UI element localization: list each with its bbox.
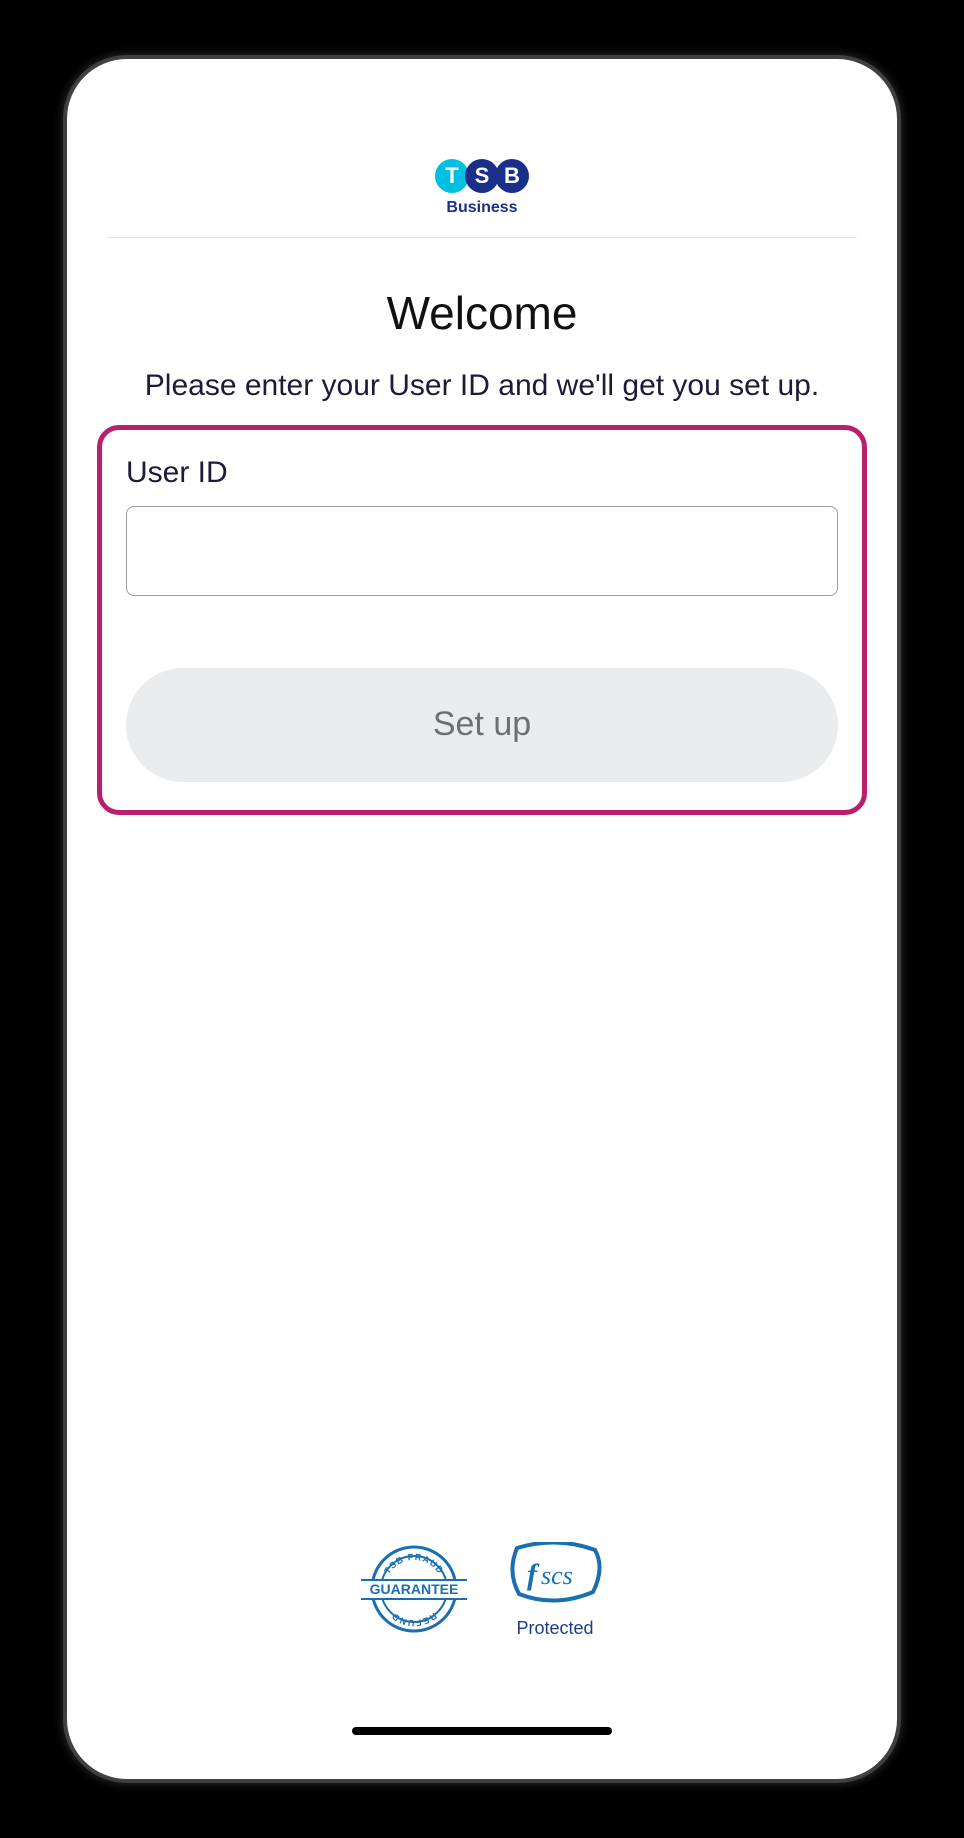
setup-form-highlight: User ID Set up [97,425,867,815]
page-title: Welcome [97,286,867,340]
brand-header: T S B Business [107,159,857,238]
fraud-guarantee-badge-icon: TSB FRAUD REFUND GUARANTEE [359,1542,469,1637]
logo-letter-s: S [465,159,499,193]
footer-badges: TSB FRAUD REFUND GUARANTEE f scs [97,1542,867,1779]
fscs-caption: Protected [516,1618,593,1639]
fscs-logo-icon: f scs [505,1542,605,1604]
page-subtitle: Please enter your User ID and we'll get … [97,366,867,407]
setup-button[interactable]: Set up [126,668,838,782]
brand-subline: Business [446,199,517,217]
logo-letter-b: B [495,159,529,193]
svg-text:GUARANTEE: GUARANTEE [370,1581,459,1597]
screen-content: T S B Business Welcome Please enter your… [67,59,897,1779]
tsb-logo-icon: T S B [435,159,529,193]
fscs-badge: f scs Protected [505,1542,605,1639]
user-id-label: User ID [126,456,838,490]
svg-text:scs: scs [541,1561,573,1590]
home-indicator[interactable] [352,1727,612,1735]
phone-frame: T S B Business Welcome Please enter your… [67,59,897,1779]
svg-text:TSB FRAUD: TSB FRAUD [382,1552,446,1576]
logo-letter-t: T [435,159,469,193]
user-id-input[interactable] [126,506,838,596]
svg-text:REFUND: REFUND [389,1611,438,1628]
svg-text:f: f [527,1558,540,1591]
